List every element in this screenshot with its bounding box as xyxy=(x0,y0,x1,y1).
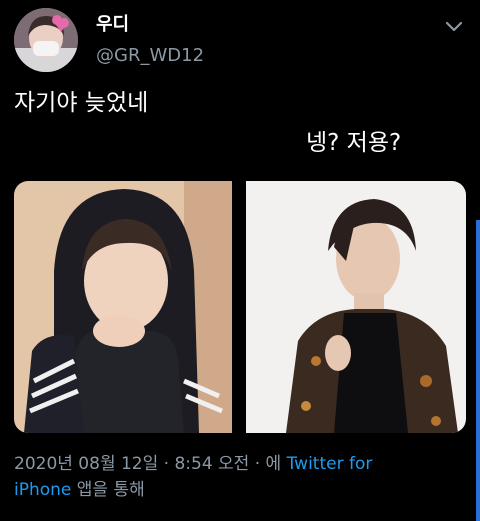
tweet-meta-line-2: iPhone 앱을 통해 xyxy=(14,478,145,502)
photo-left[interactable] xyxy=(14,181,232,433)
tweet-text-line-2: 넹? 저용? xyxy=(306,130,402,156)
tweet-header: 우디 @GR_WD12 xyxy=(14,8,466,72)
tweet: 우디 @GR_WD12 자기야 늦었네 넹? 저용? 2020년 08월 12일… xyxy=(0,0,480,521)
client-link-continued[interactable]: iPhone xyxy=(14,480,71,500)
tweet-meta-line-1: 2020년 08월 12일 · 8:54 오전 · 에 Twitter for xyxy=(14,452,372,476)
client-suffix: 앱을 통해 xyxy=(76,480,145,500)
tweet-text-line-1: 자기야 늦었네 xyxy=(14,90,149,116)
display-name[interactable]: 우디 xyxy=(96,14,204,36)
scrollbar[interactable] xyxy=(476,220,480,521)
photo-right[interactable] xyxy=(246,181,466,433)
client-link[interactable]: Twitter for xyxy=(287,454,373,474)
author-names: 우디 @GR_WD12 xyxy=(96,14,204,68)
chevron-down-icon[interactable] xyxy=(442,14,466,38)
user-handle[interactable]: @GR_WD12 xyxy=(96,44,204,68)
tweet-media[interactable] xyxy=(14,181,466,433)
timestamp[interactable]: 2020년 08월 12일 · 8:54 오전 · 에 xyxy=(14,454,281,474)
avatar[interactable] xyxy=(14,8,78,72)
